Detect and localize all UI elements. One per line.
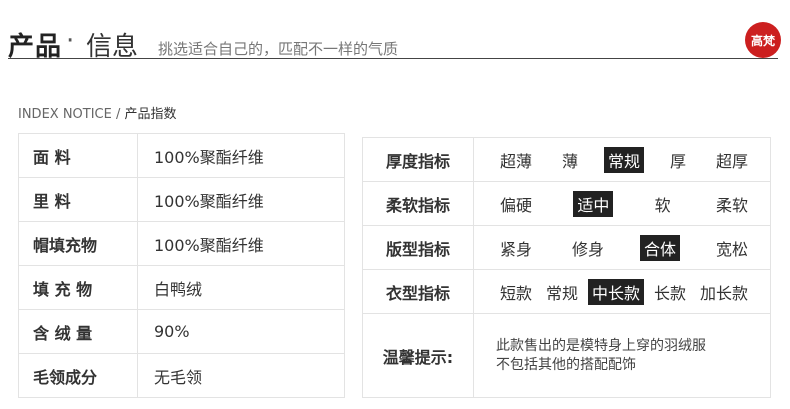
index-option: 柔软 (715, 195, 748, 215)
index-option: 薄 (561, 151, 578, 171)
tip-text: 此款售出的是模特身上穿的羽绒服 不包括其他的搭配配饰 (473, 313, 771, 398)
index-option: 短款 (500, 283, 533, 303)
index-row: 衣型指标 短款 常规 中长款 长款 加长款 (362, 269, 771, 314)
tip-row: 温馨提示: 此款售出的是模特身上穿的羽绒服 不包括其他的搭配配饰 (362, 313, 771, 398)
index-option-selected: 中长款 (587, 278, 644, 305)
index-options: 超薄 薄 常规 厚 超厚 (473, 137, 771, 182)
index-option: 修身 (571, 239, 604, 259)
header-divider (8, 58, 778, 59)
index-option: 超薄 (500, 151, 533, 171)
spec-value: 白鸭绒 (137, 265, 345, 310)
table-row: 里 料 100%聚酯纤维 (18, 177, 345, 222)
spec-label: 帽填充物 (18, 221, 138, 266)
index-option: 长款 (653, 283, 686, 303)
brand-logo: 高梵 (745, 22, 781, 58)
section-label: INDEX NOTICE / 产品指数 (18, 103, 177, 122)
index-row: 版型指标 紧身 修身 合体 宽松 (362, 225, 771, 270)
index-label: 厚度指标 (362, 137, 474, 182)
index-options: 短款 常规 中长款 长款 加长款 (473, 269, 771, 314)
index-row: 柔软指标 偏硬 适中 软 柔软 (362, 181, 771, 226)
header: 产品 · 信息 挑选适合自己的，匹配不一样的气质 (8, 22, 778, 62)
spec-value: 100%聚酯纤维 (137, 221, 345, 266)
index-option: 宽松 (715, 239, 748, 259)
index-options: 紧身 修身 合体 宽松 (473, 225, 771, 270)
index-option: 加长款 (699, 283, 748, 303)
spec-label: 毛领成分 (18, 353, 138, 398)
index-option-selected: 合体 (639, 234, 680, 261)
section-label-cn: 产品指数 (124, 107, 177, 122)
index-option: 软 (654, 195, 671, 215)
index-label: 衣型指标 (362, 269, 474, 314)
table-row: 毛领成分 无毛领 (18, 353, 345, 398)
tip-line-1: 此款售出的是模特身上穿的羽绒服 (496, 337, 706, 354)
index-option: 超厚 (715, 151, 748, 171)
index-label: 柔软指标 (362, 181, 474, 226)
table-row: 填 充 物白鸭绒 (18, 265, 345, 310)
table-row: 面 料 100%聚酯纤维 (18, 133, 345, 178)
index-option-selected: 常规 (603, 146, 644, 173)
index-option: 厚 (669, 151, 686, 171)
table-row: 含 绒 量 90% (18, 309, 345, 354)
index-row: 厚度指标 超薄 薄 常规 厚 超厚 (362, 137, 771, 182)
spec-value: 无毛领 (137, 353, 345, 398)
index-table: 厚度指标 超薄薄常规厚超厚 柔软指标 偏硬 适中软柔软 版型指标 紧身 修身 合体 宽松 衣型指标短… (362, 137, 771, 398)
tip-label: 温馨提示: (362, 313, 474, 398)
index-option-selected: 适中 (573, 190, 614, 217)
index-option: 偏硬 (500, 195, 533, 215)
spec-table: 面 料 100%聚酯纤维 里 料 100%聚酯纤维 帽填充物 100%聚酯纤维 填 充… (18, 133, 345, 398)
section-label-en: INDEX NOTICE / (18, 107, 121, 122)
spec-value: 100%聚酯纤维 (137, 177, 345, 222)
index-label: 版型指标 (362, 225, 474, 270)
index-options: 偏硬 适中 软 柔软 (473, 181, 771, 226)
table-row: 帽填充物 100%聚酯纤维 (18, 221, 345, 266)
spec-value: 100%聚酯纤维 (137, 133, 345, 178)
title-dot: · (66, 26, 75, 56)
spec-label: 含 绒 量 (18, 309, 138, 354)
spec-label: 填 充 物 (18, 265, 138, 310)
index-option: 紧身 (500, 239, 533, 259)
slogan: 挑选适合自己的，匹配不一样的气质 (158, 40, 399, 58)
spec-label: 里 料 (18, 177, 138, 222)
tip-line-2: 不包括其他的搭配配饰 (496, 356, 636, 373)
spec-value: 90% (137, 309, 345, 354)
spec-label: 面 料 (18, 133, 138, 178)
index-option: 常规 (545, 283, 578, 303)
